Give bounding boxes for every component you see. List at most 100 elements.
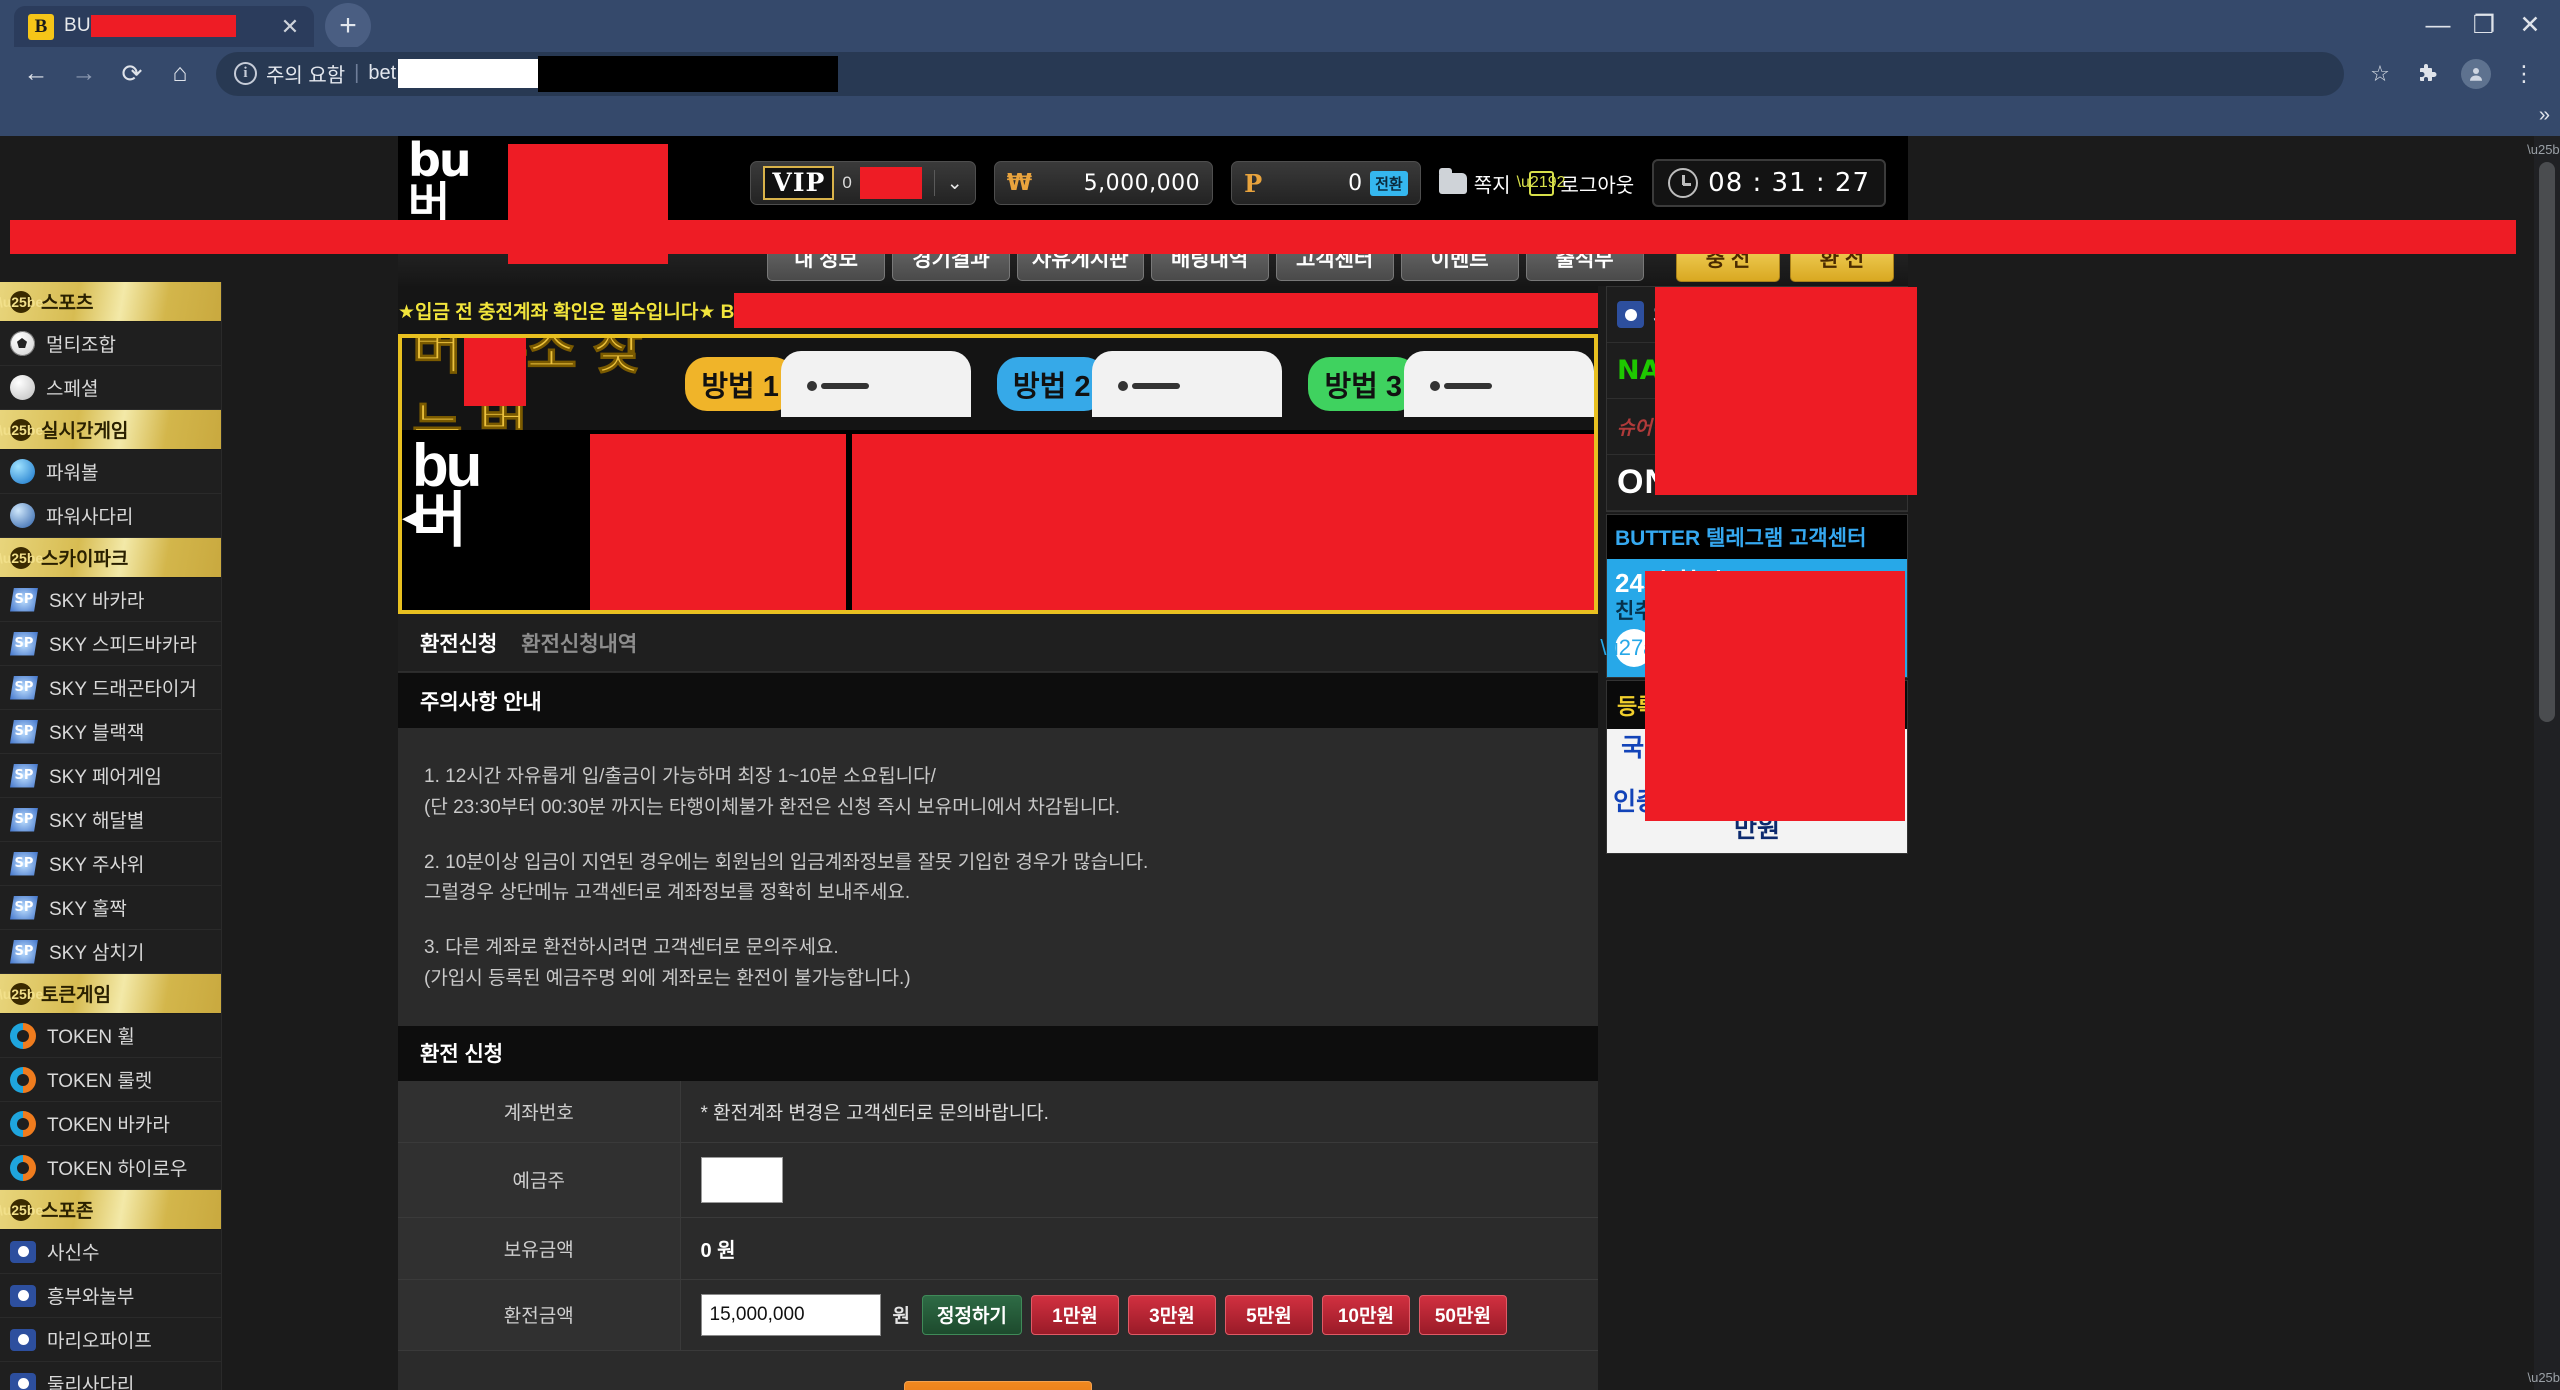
sidebar-item-label: 멀티조합	[46, 335, 116, 356]
sidebar-item-multi[interactable]: 멀티조합	[0, 322, 221, 366]
sidebar-item-sky-pairgame[interactable]: SP SKY 페어게임	[0, 754, 221, 798]
square-dot-icon	[10, 1372, 36, 1390]
sidebar-item-token-roulette[interactable]: TOKEN 룰렛	[0, 1058, 221, 1102]
sidebar-item-special[interactable]: 스페셜	[0, 366, 221, 410]
banner-bottom: bu 버 ◀	[402, 430, 1594, 610]
redaction-block	[734, 292, 1598, 328]
page-scrollbar[interactable]: \u25b2 \u25bc	[2527, 136, 2560, 1390]
close-window-button[interactable]: ✕	[2508, 3, 2552, 47]
sp-icon: SP	[10, 675, 38, 700]
sidebar-item-sky-blackjack[interactable]: SP SKY 블랙잭	[0, 710, 221, 754]
notice-paragraph-3: 3. 다른 계좌로 환전하시려면 고객센터로 문의주세요. (가입시 등록된 예…	[424, 933, 1572, 995]
sidebar-category-sports[interactable]: \u25be 스포츠	[0, 282, 221, 322]
quick-amount-50000[interactable]: 5만원	[1224, 1294, 1313, 1335]
notice-line: 3. 다른 계좌로 환전하시려면 고객센터로 문의주세요.	[424, 937, 839, 959]
sidebar-item-label: SKY 해달별	[49, 811, 145, 832]
maximize-window-button[interactable]: ❐	[2462, 3, 2506, 47]
tab-exchange-history[interactable]: 환전신청내역	[521, 628, 637, 658]
sidebar-item-powerball[interactable]: 파워볼	[0, 450, 221, 494]
clock-time: 08 : 31 : 27	[1708, 168, 1870, 198]
telegram-body: 24시 항시 친추하고 포 \u27a4 @b	[1600, 559, 1907, 821]
sidebar-item-sky-speed-baccarat[interactable]: SP SKY 스피드바카라	[0, 622, 221, 666]
quick-amount-100000[interactable]: 10만원	[1321, 1294, 1410, 1335]
sidebar-item-label: SKY 드래곤타이거	[49, 679, 197, 700]
bookmarks-overflow-icon[interactable]: »	[2539, 104, 2550, 127]
sidebar-category-spozone[interactable]: \u25be 스포존	[0, 1190, 221, 1230]
table-row: 예금주	[398, 1142, 1598, 1218]
browser-tab[interactable]: B BU ✕	[14, 6, 314, 47]
method-chip-label: 방법 3	[1308, 357, 1418, 411]
chevron-circle-icon: \u25be	[0, 982, 43, 1005]
sidebar-item-label: TOKEN 하이로우	[47, 1159, 188, 1180]
reload-icon[interactable]: ⟳	[110, 52, 154, 96]
promo-banner[interactable]: 버 주소 찾는 법 방법 1 방법 2 방법 3 bu 버 ◀	[398, 334, 1598, 614]
vip-pill[interactable]: VIP 0 ⌄	[750, 161, 976, 205]
convert-button[interactable]: 전환	[1370, 170, 1408, 196]
sidebar-item-dooly-ladder[interactable]: 둘리사다리	[0, 1362, 221, 1390]
back-icon[interactable]: ←	[14, 52, 58, 96]
submit-exchange-button[interactable]: 환전신청하기	[904, 1380, 1092, 1390]
new-tab-button[interactable]: +	[324, 3, 372, 49]
sidebar-item-sky-samchigi[interactable]: SP SKY 삼치기	[0, 930, 221, 974]
sidebar-item-sky-baccarat[interactable]: SP SKY 바카라	[0, 578, 221, 622]
sidebar-category-live[interactable]: \u25be 실시간게임	[0, 410, 221, 450]
sidebar-item-sky-sunmoonstar[interactable]: SP SKY 해달별	[0, 798, 221, 842]
sidebar-item-sky-dragontiger[interactable]: SP SKY 드래곤타이거	[0, 666, 221, 710]
redaction-block	[590, 434, 846, 610]
sidebar-category-skypark[interactable]: \u25be 스카이파크	[0, 538, 221, 578]
browser-toolbar: ← → ⟳ ⌂ i 주의 요함 | bet ☆ ⋮	[0, 47, 2560, 100]
sidebar-item-sky-oddeven[interactable]: SP SKY 홀짝	[0, 886, 221, 930]
sidebar-item-token-wheel[interactable]: TOKEN 휠	[0, 1014, 221, 1058]
extensions-icon[interactable]	[2406, 52, 2450, 96]
sidebar-item-sasinsu[interactable]: 사신수	[0, 1230, 221, 1274]
logout-link[interactable]: \u2192 로그아웃	[1517, 169, 1634, 198]
tab-exchange-request[interactable]: 환전신청	[420, 628, 497, 658]
bookmarks-bar: »	[0, 100, 2560, 136]
notice-panel-body: 1. 12시간 자유롭게 입/출금이 가능하며 최장 1~10분 소요됩니다/ …	[398, 728, 1598, 1025]
forward-icon[interactable]: →	[62, 52, 106, 96]
sp-icon: SP	[10, 719, 38, 744]
address-bar[interactable]: i 주의 요함 | bet	[216, 51, 2344, 96]
notice-bar: ★입금 전 충전계좌 확인은 필수입니다★ B	[398, 286, 1598, 334]
sidebar-item-sky-dice[interactable]: SP SKY 주사위	[0, 842, 221, 886]
scrollbar-thumb[interactable]	[2539, 162, 2555, 722]
home-icon[interactable]: ⌂	[158, 52, 202, 96]
method-chip-label: 방법 2	[996, 357, 1107, 411]
sidebar-item-label: 마리오파이프	[47, 1331, 152, 1352]
exchange-amount-input[interactable]	[700, 1293, 881, 1336]
sidebar-item-mariopipe[interactable]: 마리오파이프	[0, 1318, 221, 1362]
account-holder-input[interactable]	[700, 1156, 783, 1203]
sidebar-item-powerladder[interactable]: 파워사다리	[0, 494, 221, 538]
point-value: 0	[1348, 170, 1363, 196]
token-icon	[10, 1154, 36, 1181]
banner-prev-icon[interactable]: ◀	[402, 502, 422, 533]
exchange-form-table: 계좌번호 * 환전계좌 변경은 고객센터로 문의바랍니다. 예금주 보유금액 0…	[398, 1080, 1598, 1351]
minimize-window-button[interactable]: —	[2416, 3, 2460, 47]
sidebar-item-label: 흥부와놀부	[47, 1287, 135, 1308]
sidebar-item-token-baccarat[interactable]: TOKEN 바카라	[0, 1102, 221, 1146]
close-tab-icon[interactable]: ✕	[276, 15, 304, 38]
scroll-down-icon[interactable]: \u25bc	[2527, 1364, 2560, 1390]
info-icon[interactable]: i	[234, 62, 257, 85]
bookmark-star-icon[interactable]: ☆	[2358, 52, 2402, 96]
sidebar-item-heungbu[interactable]: 흥부와놀부	[0, 1274, 221, 1318]
quick-amount-500000[interactable]: 50만원	[1418, 1294, 1507, 1335]
sidebar-category-token[interactable]: \u25be 토큰게임	[0, 974, 221, 1014]
site-logo[interactable]: bu 버	[398, 136, 668, 264]
method-1: 방법 1	[685, 351, 971, 417]
chevron-circle-icon: \u25be	[0, 1198, 43, 1221]
scroll-up-icon[interactable]: \u25b2	[2527, 136, 2560, 162]
profile-avatar-icon[interactable]	[2454, 52, 2498, 96]
notice-line: 2. 10분이상 입금이 지연된 경우에는 회원님의 입금계좌정보를 잘못 기입…	[424, 851, 1149, 873]
message-link[interactable]: 쪽지	[1438, 167, 1511, 198]
favicon-icon: B	[28, 13, 54, 40]
chevron-down-icon[interactable]: ⌄	[947, 172, 963, 195]
browser-menu-icon[interactable]: ⋮	[2502, 52, 2546, 96]
sidebar-item-token-highlow[interactable]: TOKEN 하이로우	[0, 1146, 221, 1190]
correct-amount-button[interactable]: 정정하기	[921, 1294, 1022, 1335]
telegram-box[interactable]: BUTTER 텔레그램 고객센터 24시 항시 친추하고 포 \u27a4 @b	[1600, 514, 1908, 821]
form-panel-title: 환전 신청	[398, 1024, 1598, 1081]
quick-amount-10000[interactable]: 1만원	[1030, 1294, 1119, 1335]
powerladder-icon	[10, 503, 35, 528]
quick-amount-30000[interactable]: 3만원	[1127, 1294, 1216, 1335]
